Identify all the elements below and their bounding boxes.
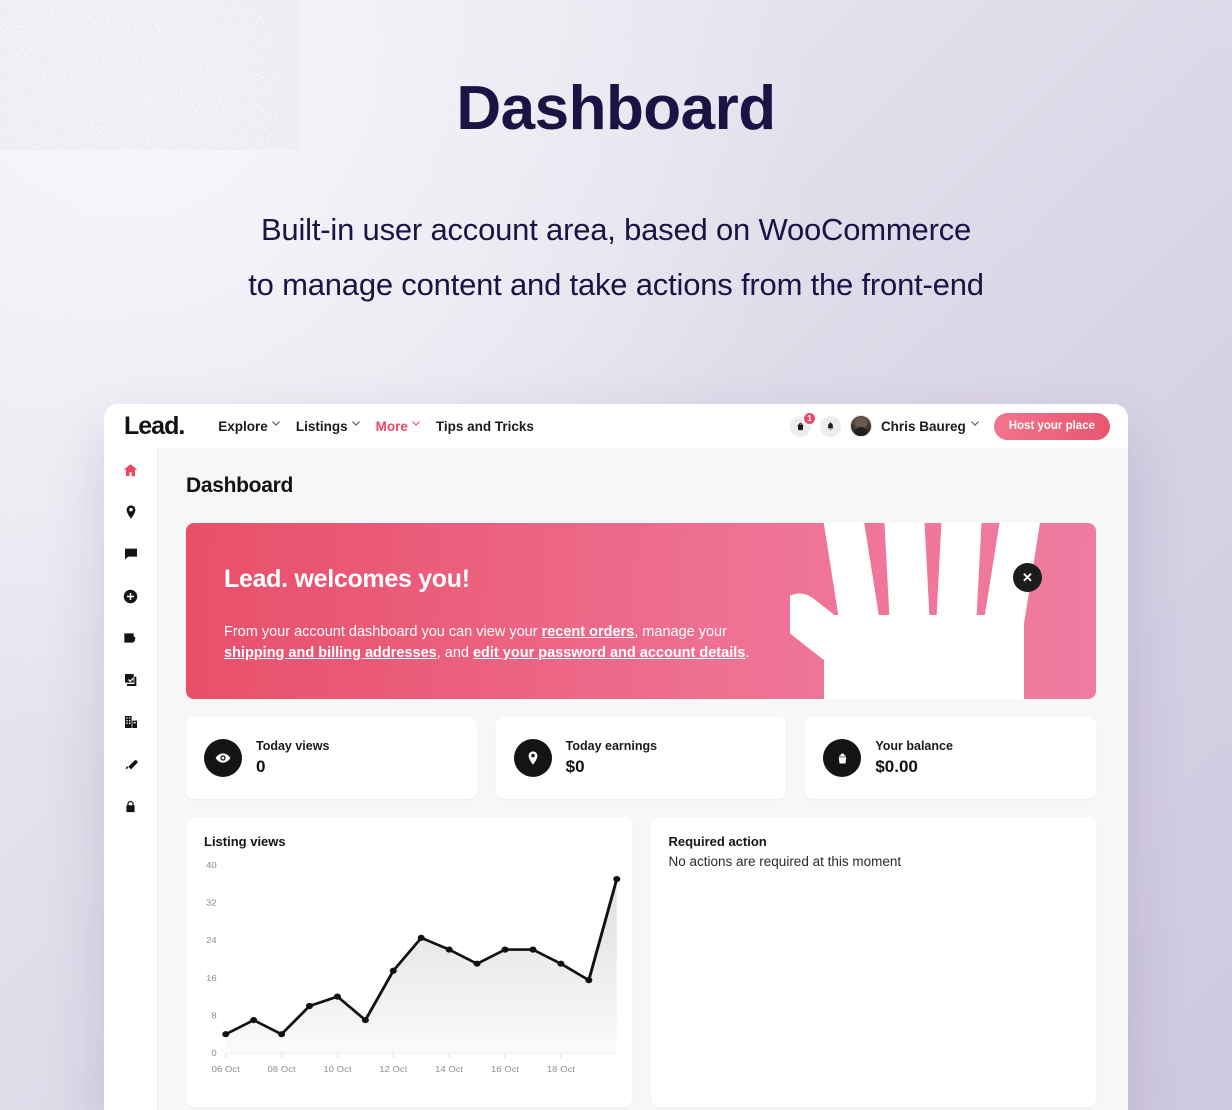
svg-text:10 Oct: 10 Oct [323,1064,352,1073]
banner-content: Lead. welcomes you! From your account da… [186,523,1096,663]
stat-card-your-balance: Your balance $0.00 [805,717,1097,799]
stat-card-today-views: Today views 0 [186,717,477,799]
svg-text:32: 32 [206,898,217,907]
svg-text:18 Oct: 18 Oct [547,1064,576,1073]
app-window: Lead. Explore Listings More Tips and Tri… [104,404,1128,1110]
banner-text-1: From your account dashboard you can view… [224,624,542,640]
sidebar-item-promotions[interactable] [121,754,141,774]
chart-title: Listing views [204,834,286,849]
sidebar-item-messages[interactable] [121,544,141,564]
sidebar-item-home[interactable] [121,460,141,480]
cart-badge: 1 [802,411,816,425]
host-your-place-button[interactable]: Host your place [993,412,1110,440]
svg-text:16: 16 [206,973,217,982]
svg-text:16 Oct: 16 Oct [491,1064,520,1073]
sidebar [104,448,158,1110]
required-action-title: Required action [668,834,767,849]
brand-logo[interactable]: Lead. [124,412,185,441]
svg-text:0: 0 [211,1048,216,1057]
stat-value: $0.00 [875,757,918,776]
user-menu[interactable]: Chris Baureg [880,418,979,434]
nav-label: More [375,418,408,434]
required-action-panel: Required action No actions are required … [650,817,1096,1107]
svg-text:8: 8 [211,1011,216,1020]
chart-svg: 0 8 16 24 32 40 06 Oct 08 Oct 10 Oct 12 Oct 14 Oct… [206,860,621,1074]
svg-text:08 Oct: 08 Oct [268,1064,297,1073]
stat-value: 0 [256,757,266,776]
banner-text-3: , and [436,644,473,661]
svg-text:24: 24 [206,936,217,945]
account-details-link[interactable]: edit your password and account details [473,645,745,661]
banner-text-4: . [745,644,750,661]
addresses-link[interactable]: shipping and billing addresses [224,645,437,661]
sidebar-item-listings[interactable] [121,502,141,522]
stat-label: Today views [256,739,330,753]
nav-label: Listings [295,418,348,434]
chevron-down-icon [272,420,280,428]
user-name-label: Chris Baureg [880,418,966,434]
main-nav: Explore Listings More Tips and Tricks [218,419,534,434]
shopping-bag-icon[interactable]: 1 [789,411,816,437]
sidebar-item-properties[interactable] [121,712,141,732]
hero-subtitle-line-1: Built-in user account area, based on Woo… [260,212,972,247]
bell-icon[interactable] [819,415,841,437]
sidebar-item-payments[interactable] [121,628,141,648]
nav-item-explore[interactable]: Explore [218,418,280,434]
stat-text: Your balance $0.00 [875,739,953,777]
chevron-down-icon [351,420,360,428]
stat-value: $0 [565,757,585,776]
chevron-down-icon [412,420,420,428]
stat-label: Your balance [875,739,953,753]
app-body: Dashboard ✕ Lead. welcomes you! From you… [104,448,1128,1110]
nav-item-more[interactable]: More [375,418,420,434]
banner-description: From your account dashboard you can view… [224,622,784,663]
eye-icon [204,739,242,777]
svg-text:14 Oct: 14 Oct [435,1064,464,1073]
sidebar-item-bookings[interactable] [121,670,141,690]
chevron-down-icon [970,420,979,428]
nav-label: Tips and Tricks [435,418,534,434]
nav-item-tips-and-tricks[interactable]: Tips and Tricks [436,419,534,434]
stat-card-today-earnings: Today earnings $0 [495,717,787,799]
nav-label: Explore [218,418,268,434]
svg-text:40: 40 [206,860,217,869]
banner-title: Lead. welcomes you! [224,565,470,593]
bottom-panels: Listing views 0 8 16 24 32 40 06 Oct 08 Oct 10 O… [186,817,1096,1107]
hero-subtitle: Built-in user account area, based on Woo… [0,202,1232,312]
main-content: Dashboard ✕ Lead. welcomes you! From you… [158,448,1128,1110]
stat-label: Today earnings [565,739,658,753]
required-action-message: No actions are required at this moment [668,854,902,869]
app-header: Lead. Explore Listings More Tips and Tri… [104,404,1128,448]
recent-orders-link[interactable]: recent orders [542,624,635,640]
listing-views-chart: 0 8 16 24 32 40 06 Oct 08 Oct 10 Oct 12 Oct 14 Oct… [192,851,624,1087]
listing-views-panel: Listing views 0 8 16 24 32 40 06 Oct 08 Oct 10 O… [186,817,632,1107]
welcome-banner: ✕ Lead. welcomes you! From your account … [186,523,1096,699]
stat-cards: Today views 0 Today earnings $0 Your bal… [186,717,1097,799]
avatar[interactable] [849,415,872,437]
hero-subtitle-line-2: to manage content and take actions from … [248,267,984,303]
svg-text:06 Oct: 06 Oct [212,1064,241,1073]
sidebar-item-add-listing[interactable] [121,586,141,606]
svg-text:12 Oct: 12 Oct [379,1064,408,1073]
close-icon[interactable]: ✕ [1013,563,1042,592]
content-page-title: Dashboard [186,474,293,497]
stat-text: Today earnings $0 [566,739,657,777]
header-actions: 1 Chris Baureg Host your place [789,411,1110,440]
location-pin-icon [513,739,552,777]
page-title: Dashboard [456,74,776,143]
hero-section: Dashboard Built-in user account area, ba… [0,0,1232,312]
nav-item-listings[interactable]: Listings [295,418,360,434]
basket-icon [823,739,862,777]
sidebar-item-security[interactable] [121,796,141,816]
stat-text: Today views 0 [256,739,329,777]
banner-text-2: , manage your [634,624,727,640]
